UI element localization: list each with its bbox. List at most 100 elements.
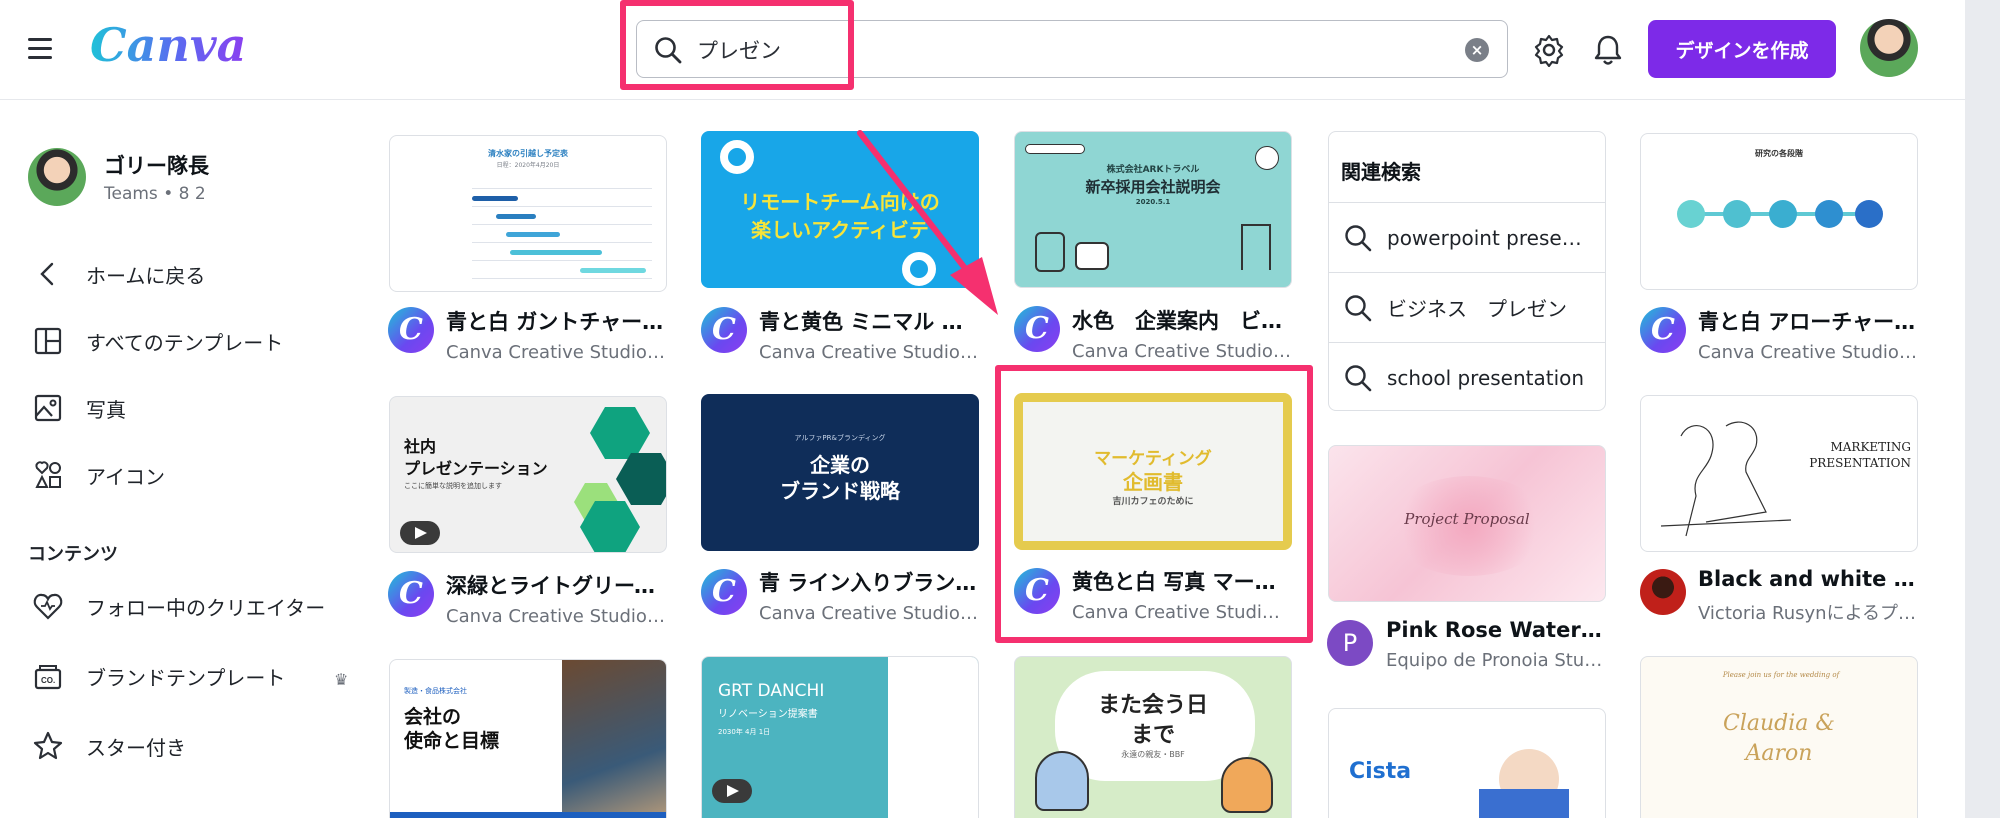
nav-all-templates[interactable]: すべてのテンプレート — [32, 321, 283, 361]
template-title[interactable]: Pink Rose Watercolo… — [1386, 618, 1608, 642]
nav-label: フォロー中のクリエイター — [86, 595, 326, 620]
creator-badge-icon[interactable]: C — [1640, 307, 1686, 353]
clear-search-icon[interactable]: × — [1465, 38, 1489, 62]
scrollbar-track[interactable] — [1965, 0, 2000, 818]
template-author[interactable]: Canva Creative Studioに… — [759, 338, 981, 364]
template-thumbnail[interactable]: アルファPR&ブランディング 企業の ブランド戦略 — [701, 394, 979, 551]
thumb-title: Project Proposal — [1404, 510, 1530, 528]
thumb-title: 清水家の引越し予定表 — [488, 149, 568, 158]
template-thumbnail[interactable]: 製造・食品株式会社 会社の 使命と目標 — [389, 659, 667, 818]
thumb-title: GRT DANCHI — [718, 681, 825, 701]
svg-text:CO.: CO. — [41, 676, 55, 685]
creator-badge-icon[interactable]: C — [701, 307, 747, 353]
template-title[interactable]: 深緑とライトグリーン… — [446, 570, 668, 600]
line-art-illustration — [1660, 421, 1792, 537]
top-bar: Canva プレゼン × デザインを作成 — [0, 0, 1965, 100]
thumb-title: 企業の — [810, 453, 870, 477]
video-play-icon — [400, 521, 440, 545]
creator-badge-icon[interactable]: C — [701, 569, 747, 615]
creator-badge-icon[interactable]: P — [1327, 620, 1373, 666]
bell-icon[interactable] — [1592, 33, 1624, 67]
video-play-icon — [712, 779, 752, 803]
search-icon — [1345, 364, 1372, 391]
nav-label: ブランドテンプレート — [86, 665, 286, 690]
nav-followed-creators[interactable]: フォロー中のクリエイター — [32, 586, 325, 626]
thumb-title-line2: ブランド戦略 — [780, 479, 900, 503]
thumb-title: 研究の各段階 — [1755, 149, 1803, 158]
template-title[interactable]: 青と白 ガントチャー… — [446, 306, 668, 336]
template-author[interactable]: Canva Creative Studioに… — [1072, 337, 1294, 363]
nav-label: すべてのテンプレート — [86, 330, 284, 355]
templates-icon — [34, 327, 62, 355]
related-searches-panel: 関連検索 powerpoint prese… ビジネス プレゼン school … — [1328, 131, 1606, 411]
crown-icon: ♛ — [334, 670, 349, 689]
create-design-button[interactable]: デザインを作成 — [1648, 20, 1836, 78]
template-title[interactable]: 水色 企業案内 ビジ… — [1072, 305, 1294, 335]
content-section-title: コンテンツ — [28, 544, 118, 565]
template-author[interactable]: Canva Creative Studioに… — [446, 602, 668, 628]
thumb-subtitle: 2030年 4月 1日 — [718, 728, 771, 736]
related-search-item[interactable]: school presentation — [1329, 342, 1605, 412]
thumb-subtitle: 製造・食品株式会社 — [404, 687, 467, 695]
shapes-icon — [35, 461, 61, 488]
pointer-arrow-annotation — [857, 130, 998, 315]
template-title[interactable]: Black and white Mini… — [1698, 567, 1920, 591]
chevron-left-icon — [40, 262, 54, 286]
thumb-title: 社内 — [404, 437, 437, 456]
template-thumbnail[interactable]: GRT DANCHI リノベーション提案書 2030年 4月 1日 — [701, 656, 979, 818]
template-thumbnail[interactable]: Project Proposal — [1328, 445, 1606, 602]
thumb-title-line2: 使命と目標 — [404, 730, 500, 752]
template-thumbnail[interactable]: 清水家の引越し予定表 日程：2020年4月20日 — [389, 135, 667, 292]
creator-badge-icon[interactable]: C — [388, 571, 434, 617]
related-search-item[interactable]: powerpoint prese… — [1329, 202, 1605, 272]
template-title[interactable]: 青 ライン入りブラン… — [759, 567, 981, 597]
search-icon — [1345, 294, 1372, 321]
thumb-title: Cista — [1349, 759, 1412, 784]
template-author[interactable]: Victoria Rusynによるプ… — [1698, 599, 1920, 625]
thumb-title-line2: プレゼンテーション — [404, 459, 548, 478]
nav-home[interactable]: ホームに戻る — [32, 254, 205, 294]
gear-icon[interactable] — [1532, 33, 1566, 67]
sidebar: ゴリー隊長 Teams • 8 2 ホームに戻る すべてのテンプレート 写真 ア… — [0, 100, 370, 818]
template-thumbnail[interactable]: 社内 プレゼンテーション ここに簡単な説明を追加します — [389, 396, 667, 553]
search-highlight-box — [620, 0, 854, 90]
related-search-label: powerpoint prese… — [1387, 225, 1582, 250]
user-name: ゴリー隊長 — [104, 154, 209, 178]
template-author[interactable]: Canva Creative Studioに… — [446, 338, 668, 364]
related-search-item[interactable]: ビジネス プレゼン — [1329, 272, 1605, 342]
template-thumbnail[interactable]: Cista — [1328, 708, 1606, 818]
canva-logo[interactable]: Canva — [90, 18, 246, 72]
template-author[interactable]: Equipo de Pronoia Studi… — [1386, 650, 1608, 671]
template-author[interactable]: Canva Creative Studioに… — [1698, 338, 1920, 364]
creator-badge-icon[interactable]: C — [388, 307, 434, 353]
thumb-subtitle: 日程：2020年4月20日 — [496, 162, 560, 169]
creator-avatar[interactable] — [1640, 569, 1686, 615]
thumb-title: 会社の — [404, 706, 462, 728]
template-thumbnail[interactable]: 研究の各段階 — [1640, 133, 1918, 290]
nav-photos[interactable]: 写真 — [32, 388, 126, 428]
nav-icons[interactable]: アイコン — [32, 455, 165, 495]
template-author[interactable]: Canva Creative Studioに… — [759, 599, 981, 625]
thumb-title: Claudia & — [1723, 711, 1835, 736]
menu-icon[interactable] — [28, 38, 52, 59]
star-icon — [33, 731, 63, 760]
nav-label: 写真 — [86, 397, 126, 422]
thumb-subtitle: 2020.5.1 — [1135, 198, 1171, 206]
thumb-subtitle: Please join us for the wedding of — [1722, 671, 1840, 679]
thumb-title-line2: 新卒採用会社説明会 — [1085, 178, 1221, 196]
template-thumbnail[interactable]: MARKETING PRESENTATION — [1640, 395, 1918, 552]
thumb-title-line2: まで — [1130, 723, 1175, 748]
search-icon — [1345, 224, 1372, 251]
account-avatar[interactable] — [1860, 19, 1918, 77]
thumb-subtitle: ここに簡単な説明を追加します — [404, 482, 502, 490]
template-thumbnail[interactable]: また会う日 まで 永遠の親友・BBF — [1014, 656, 1292, 818]
nav-starred[interactable]: スター付き — [32, 726, 186, 766]
template-title[interactable]: 青と白 アローチャー… — [1698, 306, 1920, 336]
team-info: Teams • 8 2 — [104, 184, 206, 204]
creator-badge-icon[interactable]: C — [1014, 306, 1060, 352]
avatar[interactable] — [28, 148, 86, 206]
nav-brand-templates[interactable]: CO. ブランドテンプレート — [32, 656, 285, 696]
template-highlight-box — [995, 365, 1313, 643]
template-thumbnail[interactable]: 株式会社ARKトラベル 新卒採用会社説明会 2020.5.1 — [1014, 131, 1292, 288]
template-thumbnail[interactable]: Please join us for the wedding of Claudi… — [1640, 656, 1918, 818]
